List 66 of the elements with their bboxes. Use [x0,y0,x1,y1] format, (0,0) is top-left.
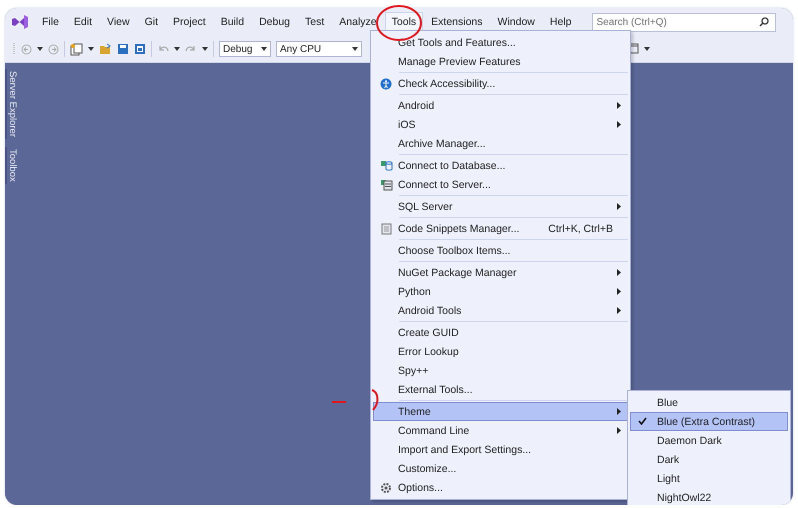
menu-item[interactable]: Window [490,12,542,32]
database-icon [380,160,392,172]
menu-entry[interactable]: Command Line [373,421,628,440]
menu-entry[interactable]: Python [373,282,628,301]
menu-entry[interactable]: Error Lookup [373,342,628,361]
new-project-icon[interactable] [70,42,83,56]
menu-item[interactable]: Debug [252,12,298,32]
caret-icon [202,47,208,51]
menu-entry[interactable]: Import and Export Settings... [373,440,628,459]
snippet-icon [380,222,392,234]
menu-entry[interactable]: Code Snippets Manager... Ctrl+K, Ctrl+B [373,219,628,238]
save-all-icon[interactable] [134,43,146,55]
menu-entry[interactable]: Spy++ [373,361,628,380]
menu-entry[interactable]: Options... [373,478,628,497]
caret-icon [352,47,358,51]
menu-entry[interactable]: SQL Server [373,197,628,216]
check-icon [638,416,646,424]
menu-entry[interactable]: Blue [630,393,788,412]
side-tab[interactable]: Toolbox [5,147,19,184]
menu-entry[interactable]: Check Accessibility... [373,74,628,93]
search-icon [758,17,768,27]
gear-icon [380,482,392,494]
caret-icon [37,47,43,51]
server-icon [380,178,392,190]
menu-entry[interactable]: NightOwl22 [630,488,788,505]
menu-entry[interactable]: Connect to Server... [373,175,628,194]
menu-item[interactable]: Test [298,12,332,32]
menu-entry[interactable]: Daemon Dark [630,431,788,450]
menu-entry[interactable]: Connect to Database... [373,156,628,175]
menu-entry[interactable]: Android [373,96,628,115]
caret-icon [174,47,180,51]
search-field[interactable]: Search (Ctrl+Q) [592,12,776,32]
menu-entry[interactable]: Light [630,469,788,488]
menu-item[interactable]: Project [166,12,213,32]
menu-item[interactable]: Extensions [424,12,490,32]
menu-entry[interactable]: Theme [373,402,628,421]
menu-item[interactable]: Edit [66,12,100,32]
menu-item[interactable]: Help [542,12,578,32]
platform-dropdown[interactable]: Any CPU [276,41,362,57]
annotation-line [331,400,347,404]
menu-entry[interactable]: Dark [630,450,788,469]
logo-icon [11,14,29,30]
menu-item[interactable]: Git [138,12,166,32]
caret-icon [261,47,267,51]
menu-entry[interactable]: iOS [373,115,628,134]
menu-entry[interactable]: External Tools... [373,380,628,399]
grip-icon [13,42,16,56]
menu-entry[interactable]: Archive Manager... [373,134,628,153]
menu-item[interactable]: Analyze [332,12,384,32]
menu-entry[interactable]: Choose Toolbox Items... [373,241,628,260]
menu-entry[interactable]: Manage Preview Features [373,52,628,71]
menu-entry[interactable]: Blue (Extra Contrast) [630,412,788,431]
open-folder-icon[interactable] [99,43,112,55]
menu-item[interactable]: Build [214,12,252,32]
accessibility-icon [380,78,392,90]
menu-item[interactable]: File [35,12,66,32]
side-tab[interactable]: Server Explorer [5,69,19,139]
caret-icon [644,47,650,51]
menu-entry[interactable]: Android Tools [373,301,628,320]
menu-entry[interactable]: NuGet Package Manager [373,263,628,282]
menu-item[interactable]: View [100,12,137,32]
menu-entry[interactable]: Create GUID [373,323,628,342]
menu-entry[interactable]: Customize... [373,459,628,478]
caret-icon [88,47,94,51]
configuration-dropdown[interactable]: Debug [219,41,271,57]
save-icon[interactable] [117,43,129,55]
